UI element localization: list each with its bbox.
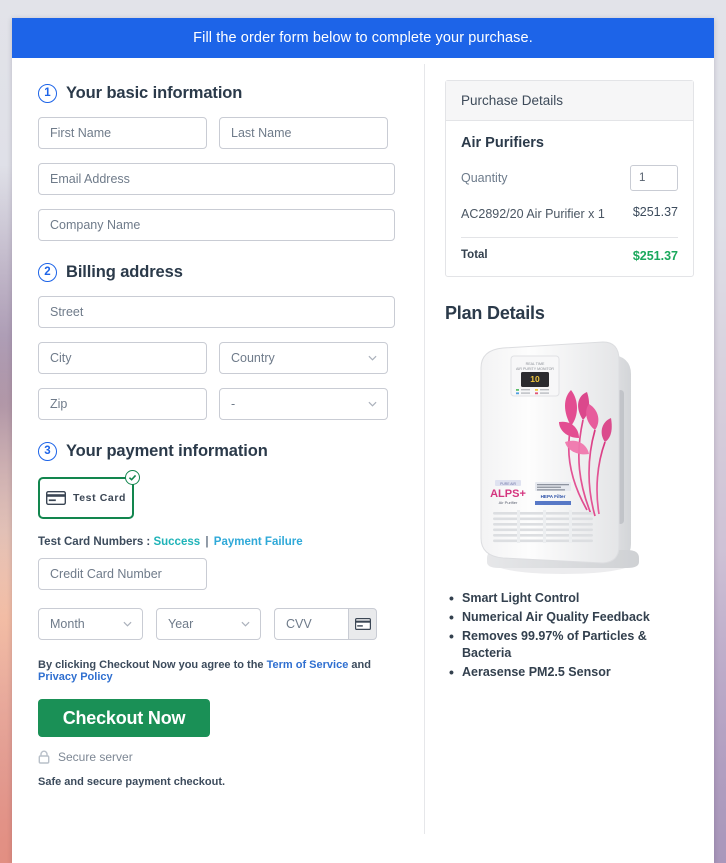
email-input[interactable]: Email Address bbox=[38, 163, 395, 195]
credit-card-number-input[interactable]: Credit Card Number bbox=[38, 558, 207, 590]
summary-divider bbox=[461, 237, 678, 239]
link-separator: | bbox=[205, 536, 209, 548]
total-row: Total $251.37 bbox=[461, 249, 678, 263]
air-purifier-product-image: REAL TIME AIR PURITY MONITOR 10 PURE AIR… bbox=[445, 338, 694, 578]
section-title-basic-info: Your basic information bbox=[66, 84, 243, 102]
checkout-now-button[interactable]: Checkout Now bbox=[38, 699, 210, 737]
chevron-down-icon bbox=[368, 355, 377, 361]
quantity-input[interactable]: 1 bbox=[630, 165, 678, 191]
country-select[interactable]: Country bbox=[219, 342, 388, 374]
lock-icon bbox=[38, 750, 50, 764]
chevron-down-icon bbox=[123, 621, 132, 627]
total-label: Total bbox=[461, 249, 488, 262]
list-item: Removes 99.97% of Particles & Bacteria bbox=[449, 627, 694, 664]
list-item: Smart Light Control bbox=[449, 589, 694, 609]
quantity-row: Quantity 1 bbox=[461, 165, 678, 191]
payment-method-options: Test Card bbox=[38, 470, 140, 519]
feature-list: Smart Light Control Numerical Air Qualit… bbox=[445, 589, 694, 683]
state-select[interactable]: - bbox=[219, 388, 388, 420]
city-input[interactable]: City bbox=[38, 342, 207, 374]
name-field-row: First Name Last Name bbox=[38, 117, 406, 149]
product-group-name: Air Purifiers bbox=[461, 135, 544, 151]
step-number-1: 1 bbox=[38, 84, 57, 103]
card-number-row: Credit Card Number bbox=[38, 558, 406, 590]
purchase-details-body: Air Purifiers Quantity 1 AC2892/20 Air P… bbox=[446, 121, 693, 276]
credit-card-icon bbox=[354, 618, 371, 630]
test-card-success-link[interactable]: Success bbox=[153, 536, 200, 548]
term-of-service-link[interactable]: Term of Service bbox=[267, 659, 349, 671]
section-heading-billing: 2 Billing address bbox=[38, 263, 406, 282]
svg-text:AIR PURITY MONITOR: AIR PURITY MONITOR bbox=[515, 367, 553, 371]
cvv-field-group: CVV bbox=[274, 608, 377, 640]
checkout-body: 1 Your basic information First Name Last… bbox=[12, 58, 714, 863]
svg-text:ALPS+: ALPS+ bbox=[490, 488, 526, 500]
zip-state-row: Zip - bbox=[38, 388, 406, 420]
test-card-failure-link[interactable]: Payment Failure bbox=[214, 536, 303, 548]
summary-column: Purchase Details Air Purifiers Quantity … bbox=[425, 58, 714, 863]
test-card-numbers-label: Test Card Numbers : bbox=[38, 536, 151, 548]
cvv-help-button[interactable] bbox=[348, 608, 377, 640]
city-country-row: City Country bbox=[38, 342, 406, 374]
svg-text:10: 10 bbox=[530, 374, 540, 384]
quantity-label: Quantity bbox=[461, 171, 508, 185]
order-form-column: 1 Your basic information First Name Last… bbox=[12, 58, 424, 863]
checkout-card: Fill the order form below to complete yo… bbox=[12, 18, 714, 863]
section-heading-basic-info: 1 Your basic information bbox=[38, 84, 406, 103]
last-name-input[interactable]: Last Name bbox=[219, 117, 388, 149]
payment-method-label: Test Card bbox=[72, 492, 127, 504]
purchase-details-header: Purchase Details bbox=[446, 81, 693, 121]
terms-notice: By clicking Checkout Now you agree to th… bbox=[38, 659, 406, 683]
street-field-row: Street bbox=[38, 296, 406, 328]
payment-method-test-card[interactable]: Test Card bbox=[38, 477, 134, 519]
state-select-value: - bbox=[231, 397, 236, 411]
list-item: Aerasense PM2.5 Sensor bbox=[449, 663, 694, 683]
check-circle-icon bbox=[125, 470, 140, 485]
country-select-value: Country bbox=[231, 351, 275, 365]
page-banner: Fill the order form below to complete yo… bbox=[12, 18, 714, 58]
section-heading-payment: 3 Your payment information bbox=[38, 442, 406, 461]
chevron-down-icon bbox=[241, 621, 250, 627]
line-item-row: AC2892/20 Air Purifier x 1 $251.37 bbox=[461, 205, 678, 223]
chevron-down-icon bbox=[368, 401, 377, 407]
list-item: Numerical Air Quality Feedback bbox=[449, 608, 694, 628]
secure-server-label: Secure server bbox=[58, 750, 133, 764]
company-name-input[interactable]: Company Name bbox=[38, 209, 395, 241]
step-number-2: 2 bbox=[38, 263, 57, 282]
purchase-details-box: Purchase Details Air Purifiers Quantity … bbox=[445, 80, 694, 278]
svg-text:PURE AIR: PURE AIR bbox=[500, 482, 516, 486]
cvv-input[interactable]: CVV bbox=[274, 608, 348, 640]
terms-and: and bbox=[351, 659, 371, 671]
svg-text:REAL TIME: REAL TIME bbox=[525, 362, 544, 366]
expiry-year-value: Year bbox=[168, 617, 194, 631]
svg-text:Air Purifier: Air Purifier bbox=[498, 500, 517, 505]
zip-input[interactable]: Zip bbox=[38, 388, 207, 420]
line-item-amount: $251.37 bbox=[632, 205, 678, 219]
expiry-year-select[interactable]: Year bbox=[156, 608, 261, 640]
expiry-cvv-row: Month Year CVV bbox=[38, 608, 406, 640]
expiry-month-select[interactable]: Month bbox=[38, 608, 143, 640]
step-number-3: 3 bbox=[38, 442, 57, 461]
total-amount: $251.37 bbox=[632, 249, 678, 264]
svg-text:HEPA Filter: HEPA Filter bbox=[540, 494, 565, 499]
credit-card-icon bbox=[45, 491, 66, 505]
section-title-payment: Your payment information bbox=[66, 442, 268, 460]
terms-prefix: By clicking Checkout Now you agree to th… bbox=[38, 659, 264, 671]
plan-details-title: Plan Details bbox=[445, 303, 545, 324]
line-item-description: AC2892/20 Air Purifier x 1 bbox=[461, 207, 605, 221]
street-input[interactable]: Street bbox=[38, 296, 395, 328]
test-card-numbers-row: Test Card Numbers : Success | Payment Fa… bbox=[38, 536, 406, 548]
section-title-billing: Billing address bbox=[66, 263, 183, 281]
company-field-row: Company Name bbox=[38, 209, 406, 241]
email-field-row: Email Address bbox=[38, 163, 406, 195]
safe-checkout-note: Safe and secure payment checkout. bbox=[38, 776, 226, 788]
expiry-month-value: Month bbox=[50, 617, 85, 631]
air-purifier-illustration: REAL TIME AIR PURITY MONITOR 10 PURE AIR… bbox=[480, 341, 639, 575]
secure-server-row: Secure server bbox=[38, 750, 406, 764]
privacy-policy-link[interactable]: Privacy Policy bbox=[38, 671, 113, 683]
first-name-input[interactable]: First Name bbox=[38, 117, 207, 149]
